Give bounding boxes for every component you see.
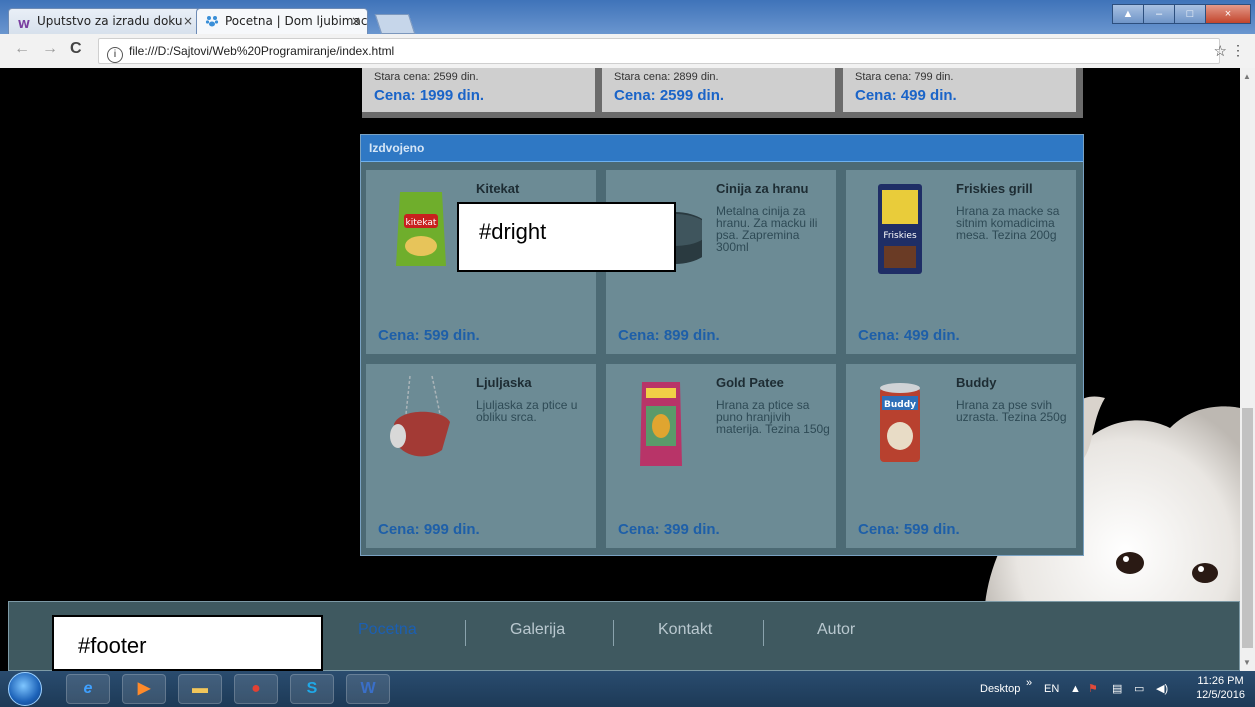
- device-icon[interactable]: ▤: [1112, 671, 1122, 707]
- friskies-pouch-image: Friskies: [878, 184, 922, 274]
- product-description: Hrana za pse svih uzrasta. Tezina 250g: [956, 398, 1067, 424]
- swing-image: [390, 375, 450, 457]
- price: Cena: 499 din.: [855, 87, 957, 104]
- product-description: Metalna cinija za hranu. Za macku ili ps…: [716, 204, 818, 254]
- product-card[interactable]: Friskies Friskies grill Hrana za macke s…: [846, 170, 1076, 354]
- reload-icon[interactable]: C: [70, 40, 82, 58]
- address-bar-row: ← → C i file:///D:/Sajtovi/Web%20Programi…: [0, 34, 1255, 69]
- product-price: Cena: 499 din.: [858, 327, 960, 344]
- word-icon[interactable]: W: [346, 674, 390, 704]
- product-description: Hrana za macke sa sitnim komadicima mesa…: [956, 204, 1060, 242]
- media-player-icon[interactable]: ▶: [122, 674, 166, 704]
- footer-separator: [763, 620, 764, 646]
- footer-link-galerija[interactable]: Galerija: [510, 621, 565, 639]
- browser-tab-bar: W Uputstvo za izradu doku × Pocetna | Dom…: [0, 0, 1255, 35]
- vertical-scrollbar[interactable]: ▲ ▼: [1240, 68, 1255, 671]
- footer-annotation: #footer: [52, 615, 323, 671]
- product-name: Friskies grill: [956, 181, 1033, 196]
- page-viewport: Stara cena: 2599 din. Cena: 1999 din. St…: [0, 68, 1240, 671]
- language-indicator[interactable]: EN: [1044, 671, 1059, 707]
- product-price: Cena: 399 din.: [618, 521, 720, 538]
- old-price: Stara cena: 2899 din.: [614, 71, 719, 83]
- toolbar-chevron-icon[interactable]: »: [1026, 665, 1032, 701]
- price: Cena: 2599 din.: [614, 87, 725, 104]
- tray-expand-icon[interactable]: ▲: [1070, 671, 1081, 707]
- product-name: Ljuljaska: [476, 375, 532, 390]
- price: Cena: 1999 din.: [374, 87, 485, 104]
- scroll-up-icon[interactable]: ▲: [1243, 72, 1251, 81]
- old-price: Stara cena: 2599 din.: [374, 71, 479, 83]
- minimize-button[interactable]: –: [1143, 4, 1175, 24]
- maximize-button[interactable]: □: [1174, 4, 1206, 24]
- scrollbar-thumb[interactable]: [1242, 408, 1253, 648]
- person-icon[interactable]: ▲: [1112, 4, 1144, 24]
- price-cell: Stara cena: 2899 din. Cena: 2599 din.: [602, 68, 835, 112]
- url-text: file:///D:/Sajtovi/Web%20Programiranje/i…: [129, 44, 395, 58]
- footer-link-pocetna[interactable]: Pocetna: [358, 621, 417, 639]
- tab-title: Uputstvo za izradu doku: [37, 14, 183, 28]
- product-name: Kitekat: [476, 181, 520, 196]
- gold-patee-bag-image: [640, 382, 682, 466]
- dright-annotation: #dright: [457, 202, 676, 272]
- product-price: Cena: 899 din.: [618, 327, 720, 344]
- new-tab-button[interactable]: [374, 14, 416, 34]
- back-arrow-icon[interactable]: ←: [14, 40, 30, 58]
- start-button[interactable]: [8, 672, 42, 706]
- desktop-toolbar[interactable]: Desktop: [980, 671, 1020, 707]
- product-card[interactable]: Buddy Buddy Hrana za pse svih uzrasta. T…: [846, 364, 1076, 548]
- price-cell: Stara cena: 799 din. Cena: 499 din.: [843, 68, 1076, 112]
- buddy-can-image: Buddy: [880, 383, 920, 462]
- product-price: Cena: 599 din.: [378, 327, 480, 344]
- action-center-icon[interactable]: ⚑: [1088, 671, 1098, 707]
- featured-panel: Izdvojeno kitekat Kitekat Cena: 599 din.…: [360, 134, 1084, 556]
- network-icon[interactable]: ▭: [1134, 671, 1144, 707]
- clock-date: 12/5/2016: [1196, 689, 1245, 701]
- product-card[interactable]: Gold Patee Hrana za ptice sa puno hranji…: [606, 364, 836, 548]
- tab-title: Pocetna | Dom ljubimaca: [225, 14, 368, 28]
- footer-link-kontakt[interactable]: Kontakt: [658, 621, 712, 639]
- tab-pocetna[interactable]: Pocetna | Dom ljubimaca ×: [196, 8, 368, 35]
- svg-text:Buddy: Buddy: [884, 400, 916, 410]
- ie-icon[interactable]: e: [66, 674, 110, 704]
- skype-icon[interactable]: S: [290, 674, 334, 704]
- svg-text:kitekat: kitekat: [406, 218, 437, 228]
- price-cell: Stara cena: 2599 din. Cena: 1999 din.: [362, 68, 595, 112]
- menu-icon[interactable]: ⋮: [1231, 42, 1245, 59]
- old-price: Stara cena: 799 din.: [855, 71, 954, 83]
- tab-uputstvo[interactable]: W Uputstvo za izradu doku ×: [8, 8, 200, 35]
- close-tab-icon[interactable]: ×: [351, 9, 361, 33]
- top-price-strip: Stara cena: 2599 din. Cena: 1999 din. St…: [362, 68, 1083, 118]
- footer-separator: [465, 620, 466, 646]
- svg-text:Friskies: Friskies: [883, 231, 917, 241]
- system-clock[interactable]: 11:26 PM 12/5/2016: [1196, 674, 1245, 702]
- footer-separator: [613, 620, 614, 646]
- paw-favicon-icon: [205, 14, 219, 28]
- footer-link-autor[interactable]: Autor: [817, 621, 855, 639]
- wordpad-favicon-icon: W: [17, 18, 31, 31]
- info-icon[interactable]: i: [107, 47, 123, 63]
- close-tab-icon[interactable]: ×: [183, 9, 193, 33]
- window-controls: ▲ – □ ×: [1112, 4, 1251, 24]
- forward-arrow-icon[interactable]: →: [42, 40, 58, 58]
- kitekat-bag-image: kitekat: [396, 192, 446, 266]
- clock-time: 11:26 PM: [1197, 675, 1244, 687]
- close-window-button[interactable]: ×: [1205, 4, 1251, 24]
- scroll-down-icon[interactable]: ▼: [1243, 658, 1251, 667]
- explorer-icon[interactable]: ▬: [178, 674, 222, 704]
- product-name: Buddy: [956, 375, 997, 390]
- product-description: Ljuljaska za ptice u obliku srca.: [476, 398, 578, 424]
- product-name: Cinija za hranu: [716, 181, 809, 196]
- product-name: Gold Patee: [716, 375, 784, 390]
- url-field[interactable]: i file:///D:/Sajtovi/Web%20Programiranje/…: [98, 38, 1220, 64]
- product-card[interactable]: Ljuljaska Ljuljaska za ptice u obliku sr…: [366, 364, 596, 548]
- product-price: Cena: 599 din.: [858, 521, 960, 538]
- bookmark-star-icon[interactable]: ☆: [1214, 42, 1227, 60]
- product-description: Hrana za ptice sa puno hranjivih materij…: [716, 398, 830, 436]
- product-price: Cena: 999 din.: [378, 521, 480, 538]
- chrome-icon[interactable]: ●: [234, 674, 278, 704]
- volume-icon[interactable]: ◀): [1156, 671, 1168, 707]
- taskbar: e ▶ ▬ ● S W Desktop » EN ▲ ⚑ ▤ ▭ ◀) 11:2…: [0, 671, 1255, 707]
- featured-title: Izdvojeno: [361, 135, 1083, 162]
